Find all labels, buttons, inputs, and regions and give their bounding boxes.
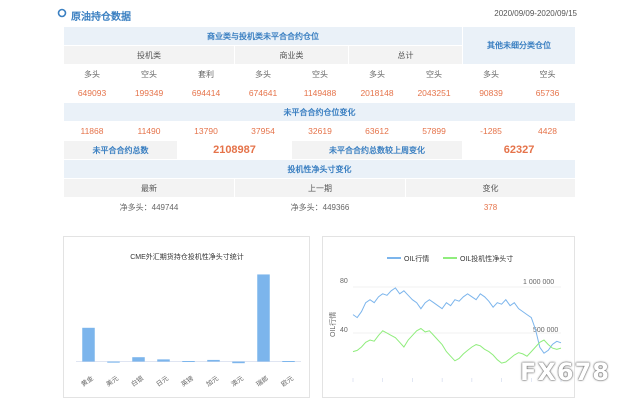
table-cell: 37954 bbox=[234, 121, 292, 141]
watermark-logo: FX678 bbox=[520, 358, 610, 386]
table-row: 净多头：449744 净多头：449366 378 bbox=[63, 197, 577, 217]
bar-4[interactable] bbox=[182, 361, 195, 363]
bar-7[interactable] bbox=[257, 274, 270, 362]
col-change: 变化 bbox=[404, 178, 577, 198]
change-label: 未平合合约总数较上周变化 bbox=[290, 140, 464, 160]
y-left-tick: 80 bbox=[340, 278, 348, 285]
bar-chart-panel: CME外汇期货持仓投机性净头寸统计 黄金 美元 白银 日元 英镑 加元 澳元 瑞郎 欧元 bbox=[63, 236, 310, 398]
table-cell: 13790 bbox=[177, 121, 235, 141]
bar-3[interactable] bbox=[157, 359, 170, 362]
table-row: 商业类与投机类未平合合约仓位 其他未细分类仓位 bbox=[62, 26, 577, 65]
bar-0[interactable] bbox=[82, 327, 95, 362]
series-line-price[interactable] bbox=[352, 287, 562, 354]
table-cell: 11868 bbox=[63, 121, 121, 141]
change-value: 62327 bbox=[462, 140, 577, 160]
bar-5[interactable] bbox=[207, 359, 220, 362]
x-tick-label: 澳元 bbox=[229, 373, 245, 388]
change-value-net: 378 bbox=[404, 197, 577, 217]
table-row: 多头 空头 套利 多头 空头 多头 空头 多头 空头 bbox=[63, 64, 577, 84]
header-main: 商业类与投机类未平合合约仓位 bbox=[62, 26, 464, 46]
legend-net[interactable]: OIL投机性净头寸 bbox=[460, 254, 513, 263]
x-tick-label: 黄金 bbox=[79, 373, 95, 388]
table-row: 649093 199349 694414 674641 1149488 2018… bbox=[63, 83, 577, 103]
table-cell: 空头 bbox=[291, 64, 349, 84]
bar-6[interactable] bbox=[232, 361, 245, 364]
table-cell: 674641 bbox=[234, 83, 292, 103]
table-cell: 2018148 bbox=[348, 83, 406, 103]
date-range: 2020/09/09-2020/09/15 bbox=[494, 9, 577, 18]
table-cell: -1285 bbox=[462, 121, 521, 141]
x-tick-label: 加元 bbox=[204, 373, 220, 388]
x-tick-label: 英镑 bbox=[179, 373, 195, 388]
col-latest: 最新 bbox=[63, 178, 235, 198]
table-cell: 4428 bbox=[519, 121, 577, 141]
table-row: 未平合合约总数 2108987 未平合合约总数较上周变化 62327 bbox=[63, 140, 577, 160]
y-right-tick: 1 000 000 bbox=[523, 279, 554, 286]
table-cell: 多头 bbox=[63, 64, 121, 84]
circle-icon bbox=[57, 8, 67, 18]
table-cell: 空头 bbox=[120, 64, 178, 84]
latest-value: 净多头：449744 bbox=[63, 197, 235, 217]
table-cell: 694414 bbox=[177, 83, 235, 103]
table-cell: 65736 bbox=[519, 83, 577, 103]
header-total: 总计 bbox=[347, 45, 464, 65]
table-cell: 套利 bbox=[177, 64, 235, 84]
table-cell: 32619 bbox=[291, 121, 349, 141]
table-cell: 多头 bbox=[462, 64, 521, 84]
positions-table: 商业类与投机类未平合合约仓位 其他未细分类仓位 投机类 商业类 总计 多头 空头… bbox=[62, 26, 577, 217]
bar-chart: CME外汇期货持仓投机性净头寸统计 黄金 美元 白银 日元 英镑 加元 澳元 瑞郎 欧元 bbox=[76, 252, 301, 388]
table-cell: 多头 bbox=[234, 64, 292, 84]
x-tick-label: 美元 bbox=[104, 373, 120, 388]
table-cell: 90839 bbox=[462, 83, 521, 103]
x-tick-label: 欧元 bbox=[279, 373, 295, 388]
x-tick-label: 白银 bbox=[129, 373, 145, 388]
table-cell: 多头 bbox=[348, 64, 406, 84]
x-tick-label: 瑞郎 bbox=[254, 373, 270, 388]
page-title: 原油持仓数据 bbox=[71, 12, 131, 23]
header-spec: 投机类 bbox=[63, 45, 235, 65]
table-row: 最新 上一期 变化 bbox=[63, 178, 577, 198]
header-comm: 商业类 bbox=[234, 45, 349, 65]
table-row: 11868 11490 13790 37954 32619 63612 5789… bbox=[63, 121, 577, 141]
bar-1[interactable] bbox=[107, 361, 120, 363]
table-row: 未平合合约仓位变化 bbox=[62, 102, 577, 122]
table-cell: 199349 bbox=[120, 83, 178, 103]
section-heading: 未平合合约仓位变化 bbox=[62, 102, 577, 122]
chart-title: CME外汇期货持仓投机性净头寸统计 bbox=[130, 252, 244, 261]
y-left-tick: 40 bbox=[340, 327, 348, 334]
bar-2[interactable] bbox=[132, 357, 145, 362]
col-prev: 上一期 bbox=[234, 178, 406, 198]
table-cell: 1149488 bbox=[291, 83, 349, 103]
header-other: 其他未细分类仓位 bbox=[462, 26, 577, 65]
table-row: 投机性净头寸变化 bbox=[62, 159, 577, 179]
section-header: 原油持仓数据 2020/09/09-2020/09/15 bbox=[55, 4, 585, 24]
legend-price[interactable]: OIL行情 bbox=[404, 254, 429, 263]
y-left-label: OIL行情 bbox=[328, 312, 337, 337]
total-value: 2108987 bbox=[177, 140, 292, 160]
total-label: 未平合合约总数 bbox=[63, 140, 178, 160]
table-cell: 空头 bbox=[404, 64, 464, 84]
section-heading: 投机性净头寸变化 bbox=[62, 159, 577, 179]
prev-value: 净多头：449366 bbox=[234, 197, 406, 217]
table-cell: 57899 bbox=[404, 121, 464, 141]
table-cell: 649093 bbox=[63, 83, 121, 103]
table-cell: 空头 bbox=[519, 64, 577, 84]
table-cell: 63612 bbox=[348, 121, 406, 141]
x-tick-label: 日元 bbox=[155, 374, 171, 388]
table-cell: 11490 bbox=[120, 121, 178, 141]
bar-8[interactable] bbox=[282, 361, 295, 363]
table-cell: 2043251 bbox=[404, 83, 464, 103]
